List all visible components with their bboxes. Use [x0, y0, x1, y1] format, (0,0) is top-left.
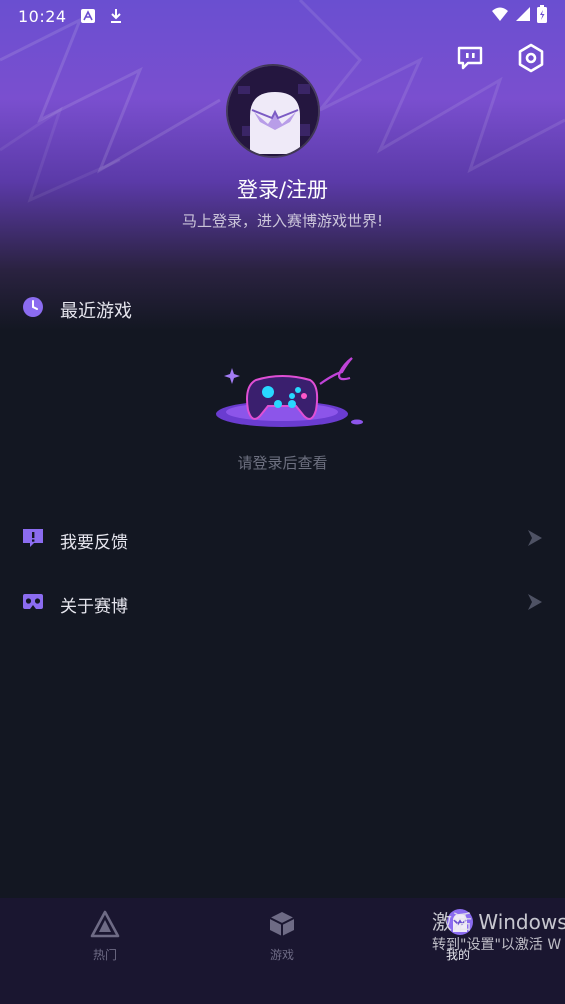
tab-games-label: 游戏 [269, 948, 294, 962]
menu-item-about-label: 关于赛博 [60, 596, 128, 617]
windows-activation-hint: 转到"设置"以激活 W [432, 937, 562, 953]
recent-games-label: 最近游戏 [60, 300, 132, 322]
battery-icon [537, 5, 547, 27]
status-bar: 10:24 [0, 0, 565, 32]
empty-login-hint: 请登录后查看 [237, 454, 328, 472]
vr-icon [22, 593, 44, 615]
menu-item-about[interactable]: 关于赛博 [0, 580, 565, 628]
wifi-icon [491, 6, 509, 26]
a-icon [80, 9, 95, 23]
clock-icon [22, 296, 44, 323]
chevron-right-icon [527, 593, 543, 615]
avatar[interactable] [226, 64, 320, 158]
menu-item-feedback[interactable]: 我要反馈 [0, 516, 565, 564]
tab-hot[interactable]: 热门 [45, 910, 165, 963]
signal-icon [515, 6, 531, 26]
menu-item-feedback-label: 我要反馈 [60, 532, 128, 553]
feedback-chat-icon[interactable] [452, 40, 488, 76]
ghost-avatar-icon [228, 66, 318, 156]
tab-hot-label: 热门 [92, 948, 117, 962]
windows-activation-watermark: 激活 Windows [432, 910, 565, 934]
login-subtitle: 马上登录，进入赛博游戏世界! [181, 212, 383, 230]
tab-games[interactable]: 游戏 [222, 910, 342, 963]
download-icon [109, 8, 123, 24]
login-register-title[interactable]: 登录/注册 [0, 174, 565, 204]
controller-illustration [212, 352, 368, 436]
triangle-logo-icon [90, 910, 120, 942]
settings-hex-icon[interactable] [513, 40, 549, 76]
cube-icon [268, 912, 296, 942]
status-time: 10:24 [18, 6, 67, 26]
recent-games-header: 最近游戏 [22, 296, 132, 323]
feedback-icon [22, 527, 44, 553]
chevron-right-icon [527, 529, 543, 551]
